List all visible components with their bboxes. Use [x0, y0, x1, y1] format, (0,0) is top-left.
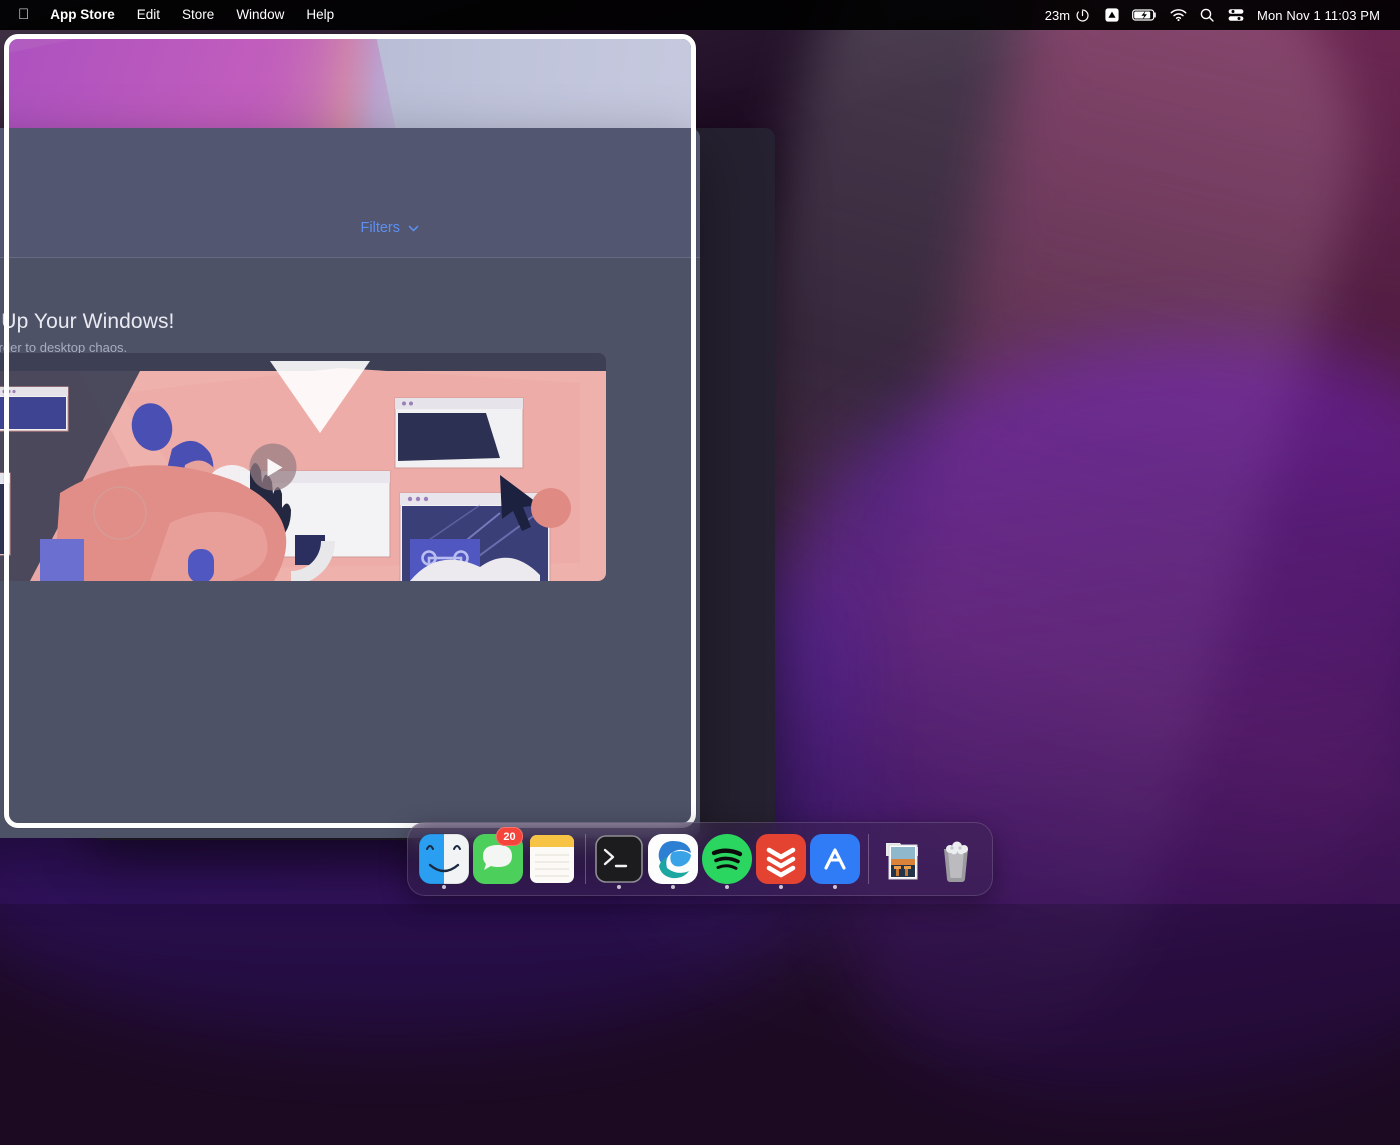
menu-item-help[interactable]: Help [295, 0, 345, 30]
dock-item-terminal[interactable] [592, 827, 646, 891]
dock-separator-1 [585, 834, 586, 884]
wifi-icon [1170, 9, 1187, 22]
running-indicator [671, 885, 675, 889]
photo-stack-icon [886, 843, 918, 880]
toolbar-divider [0, 257, 700, 258]
edge-icon [648, 834, 698, 884]
dock: 20 [407, 822, 993, 896]
dock-item-trash[interactable] [929, 827, 983, 891]
triangle-box-icon [1105, 8, 1119, 22]
menu-bar:  App Store Edit Store Window Help 23m [0, 0, 1400, 30]
finder-icon [418, 833, 470, 885]
app-store-toolbar [0, 128, 700, 258]
battery-status[interactable] [1126, 8, 1164, 22]
hero-illustration [0, 353, 606, 581]
story-title: Clean Up Your Windows! [0, 310, 175, 333]
dock-item-photo-stack[interactable] [875, 827, 929, 891]
filters-button[interactable]: Filters [361, 220, 420, 236]
wifi-status[interactable] [1164, 8, 1193, 22]
filters-label: Filters [360, 220, 400, 236]
timer-label: 23m [1044, 7, 1071, 23]
menu-item-window[interactable]: Window [225, 0, 295, 30]
notes-icon [530, 835, 574, 883]
running-indicator [442, 885, 446, 889]
dock-item-appstore[interactable] [808, 827, 862, 891]
control-center-icon [1228, 9, 1244, 21]
spotify-icon [702, 834, 752, 884]
search-icon [1200, 8, 1214, 22]
story-text-block: STORY Clean Up Your Windows! Bringing or… [0, 292, 660, 355]
menu-item-edit[interactable]: Edit [126, 0, 171, 30]
menu-bar-status-area: 23m Mon Nov 1 11:03 PM [1037, 0, 1400, 30]
control-center[interactable] [1221, 7, 1251, 23]
dock-item-spotify[interactable] [700, 827, 754, 891]
battery-charging-icon [1132, 9, 1156, 21]
dock-item-edge[interactable] [646, 827, 700, 891]
timer-icon [1076, 8, 1089, 22]
chevron-down-icon [408, 225, 419, 231]
story-kicker: STORY [0, 292, 660, 304]
play-icon[interactable] [249, 443, 297, 491]
dock-item-messages[interactable]: 20 [471, 827, 525, 891]
menu-item-app-store[interactable]: App Store [39, 0, 126, 30]
app-store-icon [810, 834, 860, 884]
running-indicator [725, 885, 729, 889]
selected-screen-wallpaper-strip [9, 39, 691, 129]
menu-bar-clock[interactable]: Mon Nov 1 11:03 PM [1251, 8, 1388, 23]
story-hero-card[interactable] [0, 353, 606, 581]
spotlight-search[interactable] [1193, 7, 1221, 23]
trash-icon [944, 841, 968, 882]
dock-item-notes[interactable] [525, 827, 579, 891]
running-indicator [779, 885, 783, 889]
running-indicator [833, 885, 837, 889]
apple-logo-icon[interactable]:  [12, 7, 39, 24]
running-indicator [617, 885, 621, 889]
dropbox-status-icon[interactable] [1098, 7, 1126, 23]
focus-timer-status[interactable]: 23m [1037, 8, 1098, 23]
dock-item-todoist[interactable] [754, 827, 808, 891]
play-triangle [267, 458, 283, 476]
menu-bar-left:  App Store Edit Store Window Help [0, 0, 345, 30]
terminal-icon [595, 835, 643, 883]
dock-item-finder[interactable] [417, 827, 471, 891]
messages-badge: 20 [496, 827, 523, 846]
todoist-icon [756, 834, 806, 884]
app-store-window[interactable]: Filters STORY Clean Up Your Windows! Bri… [0, 128, 700, 838]
menu-item-store[interactable]: Store [171, 0, 225, 30]
dock-separator-2 [868, 834, 869, 884]
